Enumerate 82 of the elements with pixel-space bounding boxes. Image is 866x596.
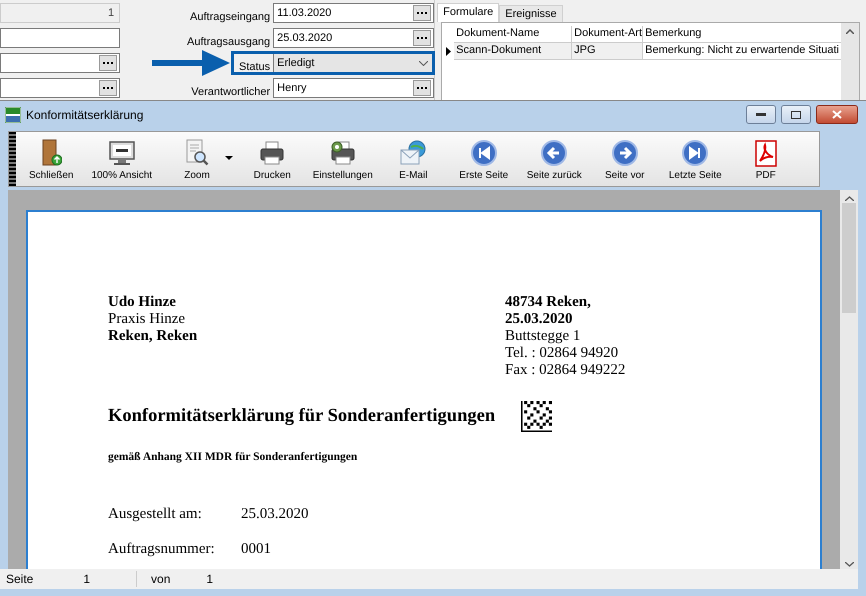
ellipsis-button[interactable] bbox=[413, 30, 432, 46]
toolbar-button[interactable]: Erste Seite bbox=[448, 132, 519, 186]
vertical-scrollbar[interactable] bbox=[840, 190, 858, 569]
toolbar-button[interactable]: Seite vor bbox=[590, 132, 660, 186]
address-line: 25.03.2020 bbox=[505, 311, 574, 328]
dropdown-caret-icon[interactable] bbox=[225, 156, 233, 160]
input-field[interactable]: 11.03.2020 bbox=[273, 3, 434, 23]
close-button[interactable] bbox=[816, 105, 858, 124]
ellipsis-button[interactable] bbox=[413, 80, 432, 96]
toolbar-button[interactable]: Drucken bbox=[237, 132, 308, 186]
page-number: 1 bbox=[82, 572, 92, 586]
monitor-icon bbox=[108, 139, 136, 167]
toolbar-button[interactable]: Schließen bbox=[16, 132, 86, 186]
address-line: 48734 Reken, bbox=[505, 294, 592, 311]
address-line: Buttstegge 1 bbox=[505, 328, 582, 345]
next-icon bbox=[610, 139, 639, 167]
door-icon bbox=[40, 139, 62, 167]
toolbar-button[interactable]: Zoom bbox=[157, 132, 237, 186]
printer-icon bbox=[258, 139, 286, 167]
document-title: Konformitätserklärung für Sonderanfertigungen bbox=[108, 406, 496, 427]
toolbar-button[interactable]: Seite zurück bbox=[519, 132, 590, 186]
maximize-icon bbox=[791, 110, 801, 118]
sender-line: Reken, Reken bbox=[108, 328, 198, 345]
caret-icon bbox=[419, 60, 428, 66]
scrollbar-thumb[interactable] bbox=[842, 203, 856, 313]
input-field[interactable] bbox=[0, 53, 120, 73]
toolbar-button[interactable]: Letzte Seite bbox=[660, 132, 730, 186]
field-label: Auftragsnummer: bbox=[108, 541, 216, 558]
printer-settings-icon bbox=[328, 139, 357, 167]
page-count: 1 bbox=[205, 572, 214, 586]
scroll-up-icon[interactable] bbox=[846, 29, 854, 34]
first-icon bbox=[470, 139, 498, 167]
ellipsis-button[interactable] bbox=[99, 55, 118, 71]
close-icon bbox=[832, 110, 842, 119]
dots-icon bbox=[103, 86, 114, 90]
table-cell: JPG bbox=[572, 43, 644, 60]
toolbar-button[interactable]: E-Mail bbox=[378, 132, 448, 186]
address-line: Fax : 02864 949222 bbox=[505, 362, 626, 379]
document-subtitle: gemäß Anhang XII MDR für Sonderanfertigungen bbox=[108, 451, 358, 463]
sender-line: Udo Hinze bbox=[108, 294, 177, 311]
status-label: Seite bbox=[5, 572, 34, 586]
input-field[interactable] bbox=[0, 78, 120, 98]
table-cell: Scann-Dokument bbox=[454, 43, 572, 60]
dots-icon bbox=[417, 86, 428, 90]
field-value: 25.03.2020 bbox=[241, 506, 308, 523]
scroll-up-icon[interactable] bbox=[844, 196, 854, 201]
mail-icon bbox=[399, 139, 428, 167]
dots-icon bbox=[417, 36, 428, 40]
dots-icon bbox=[417, 12, 428, 14]
minimize-button[interactable] bbox=[746, 105, 776, 124]
address-line: Tel. : 02864 94920 bbox=[505, 345, 620, 362]
toolbar-button[interactable]: 100% Ansicht bbox=[86, 132, 157, 186]
minimize-icon bbox=[756, 113, 766, 116]
toolbar-button[interactable]: PDF bbox=[730, 132, 801, 186]
field-label: Auftragseingang bbox=[189, 11, 272, 23]
last-icon bbox=[681, 139, 710, 167]
status-label: von bbox=[150, 572, 172, 586]
tab[interactable]: Formulare bbox=[437, 3, 500, 22]
window-title: Konformitätserklärung bbox=[26, 108, 144, 122]
column-header[interactable]: Bemerkung bbox=[643, 26, 841, 43]
app-logo-icon bbox=[5, 106, 21, 122]
input-field[interactable]: Henry bbox=[273, 78, 434, 98]
field-label: Auftragsausgang bbox=[186, 36, 272, 48]
toolbar-grip[interactable] bbox=[9, 132, 16, 186]
ellipsis-button[interactable] bbox=[413, 5, 432, 21]
field-label: Verantwortlicher bbox=[190, 86, 272, 98]
dots-icon bbox=[103, 62, 114, 64]
arrow-icon bbox=[152, 48, 232, 78]
prev-icon bbox=[540, 139, 568, 167]
sender-line: Praxis Hinze bbox=[108, 311, 186, 328]
field-label: Status bbox=[238, 61, 272, 73]
ellipsis-button[interactable] bbox=[99, 80, 118, 96]
maximize-button[interactable] bbox=[781, 105, 811, 124]
field-value: 0001 bbox=[241, 541, 271, 558]
field-label: Ausgestellt am: bbox=[108, 506, 203, 523]
scroll-down-icon[interactable] bbox=[844, 562, 854, 567]
input-field[interactable] bbox=[0, 28, 120, 48]
toolbar-button[interactable]: Einstellungen bbox=[308, 132, 378, 186]
table-cell: Bemerkung: Nicht zu erwartende Situati bbox=[643, 43, 841, 60]
tab[interactable]: Ereignisse bbox=[499, 5, 563, 22]
input-field[interactable]: 25.03.2020 bbox=[273, 28, 434, 48]
datamatrix-code-icon bbox=[521, 401, 552, 432]
